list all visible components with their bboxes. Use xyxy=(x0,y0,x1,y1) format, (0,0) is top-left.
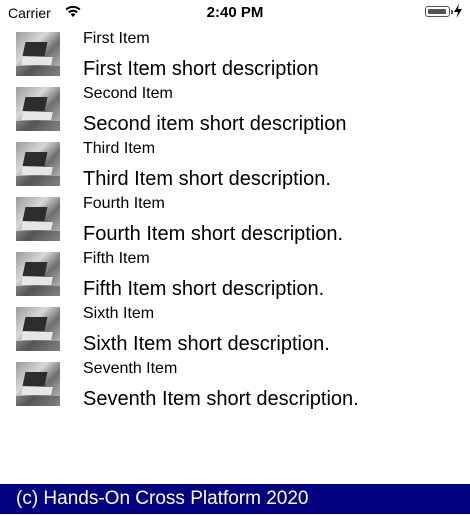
list-item[interactable]: Sixth Item Sixth Item short description. xyxy=(0,304,470,359)
item-thumbnail xyxy=(16,32,60,76)
status-time: 2:40 PM xyxy=(206,4,264,21)
item-description: Sixth Item short description. xyxy=(83,333,330,355)
charging-bolt-icon xyxy=(454,4,462,18)
item-thumbnail xyxy=(16,87,60,131)
item-title: Sixth Item xyxy=(83,305,155,322)
item-title: Fourth Item xyxy=(83,195,165,212)
list-item[interactable]: Seventh Item Seventh Item short descript… xyxy=(0,359,470,414)
item-thumbnail xyxy=(16,362,60,406)
list-item[interactable]: Fifth Item Fifth Item short description. xyxy=(0,249,470,304)
item-description: Fifth Item short description. xyxy=(83,278,325,300)
item-description: Seventh Item short description. xyxy=(83,388,359,410)
item-title: Third Item xyxy=(83,140,156,157)
item-thumbnail xyxy=(16,252,60,296)
item-description: Second item short description xyxy=(83,113,347,135)
item-thumbnail xyxy=(16,307,60,351)
item-title: Seventh Item xyxy=(83,360,178,377)
status-bar: Carrier 2:40 PM xyxy=(0,0,470,26)
list-item[interactable]: Fourth Item Fourth Item short descriptio… xyxy=(0,194,470,249)
list-item[interactable]: Second Item Second item short descriptio… xyxy=(0,84,470,139)
item-description: First Item short description xyxy=(83,58,319,80)
footer-copyright: (c) Hands-On Cross Platform 2020 xyxy=(16,488,309,509)
item-list: First Item First Item short description … xyxy=(0,29,470,414)
item-title: Fifth Item xyxy=(83,250,150,267)
item-title: Second Item xyxy=(83,85,173,102)
list-item[interactable]: Third Item Third Item short description. xyxy=(0,139,470,194)
item-description: Fourth Item short description. xyxy=(83,223,344,245)
list-item[interactable]: First Item First Item short description xyxy=(0,29,470,84)
footer-bar: (c) Hands-On Cross Platform 2020 xyxy=(0,484,470,514)
item-thumbnail xyxy=(16,142,60,186)
item-title: First Item xyxy=(83,30,150,47)
item-description: Third Item short description. xyxy=(83,168,331,190)
battery-icon xyxy=(425,6,453,17)
item-thumbnail xyxy=(16,197,60,241)
